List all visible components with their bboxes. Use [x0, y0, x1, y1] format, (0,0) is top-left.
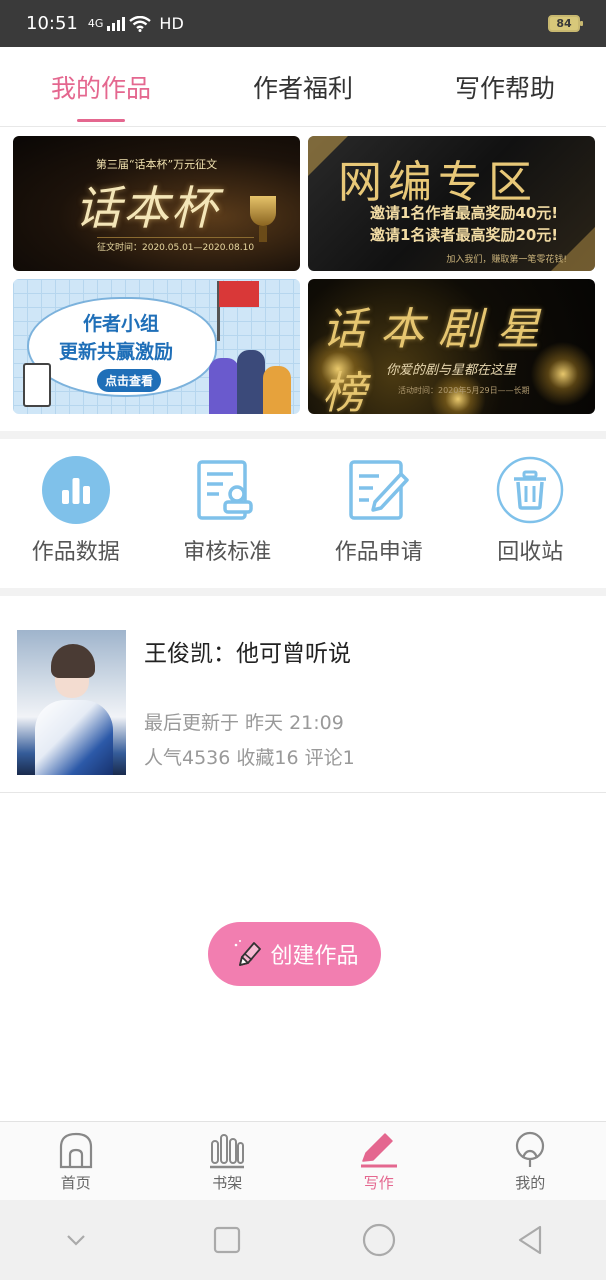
nav-bookshelf[interactable]: 书架	[152, 1122, 304, 1200]
back-button[interactable]	[455, 1224, 606, 1256]
nav-label: 我的	[515, 1174, 546, 1192]
tool-label: 回收站	[497, 540, 564, 565]
back-triangle-icon	[519, 1225, 542, 1255]
banner-author-group[interactable]: 作者小组 更新共赢激励 点击查看	[13, 279, 300, 414]
network-indicator: 4G HD	[88, 14, 184, 33]
tool-work-application[interactable]: 作品申请	[303, 440, 455, 588]
banner-huaben-cup[interactable]: 第三届“话本杯”万元征文 话本杯 征文时间：2020.05.01—2020.08…	[13, 136, 300, 271]
collapse-button[interactable]	[0, 1233, 152, 1247]
tool-review-standard[interactable]: 审核标准	[152, 440, 304, 588]
banner-title: 话本杯	[75, 181, 219, 235]
bar-chart-icon	[41, 456, 110, 524]
status-time: 10:51	[26, 13, 78, 34]
nav-write[interactable]: 写作	[303, 1122, 455, 1200]
red-flag-icon	[219, 281, 259, 307]
work-updated: 最后更新于 昨天 21:09	[144, 712, 344, 734]
banner-line-2: 邀请1名读者最高奖励20元!	[370, 226, 559, 244]
write-pen-icon	[359, 1130, 399, 1170]
tool-label: 作品数据	[31, 540, 120, 565]
status-bar: 10:51 4G HD 84	[0, 0, 606, 47]
tool-label: 审核标准	[183, 540, 272, 565]
hd-indicator: HD	[159, 14, 184, 33]
cover-figure-body	[35, 700, 113, 775]
home-system-button[interactable]	[303, 1223, 455, 1257]
work-list-item[interactable]: 王俊凯：他可曾听说 最后更新于 昨天 21:09 人气4536 收藏16 评论1	[0, 596, 606, 793]
circle-icon	[362, 1223, 395, 1257]
banner-line-1: 邀请1名作者最高奖励40元!	[370, 204, 559, 222]
top-tabs: 我的作品 作者福利 写作帮助	[0, 47, 606, 127]
banner-subtitle: 你爱的剧与星都在这里	[386, 363, 517, 378]
bottom-nav: 首页 书架 写作 我的	[0, 1121, 606, 1200]
recent-apps-button[interactable]	[152, 1226, 304, 1254]
tab-author-benefits[interactable]: 作者福利	[202, 47, 404, 126]
tab-my-works[interactable]: 我的作品	[0, 47, 202, 126]
section-divider	[0, 588, 606, 596]
banner-line-2: 更新共赢激励	[59, 341, 174, 363]
banner-star-chart[interactable]: 话本剧星榜 你爱的剧与星都在这里 活动时间：2020年5月29日——长期	[308, 279, 595, 414]
banner-footer: 加入我们，赚取第一笔零花钱!	[446, 255, 567, 265]
section-divider	[0, 431, 606, 439]
create-work-label: 创建作品	[270, 944, 359, 969]
trophy-icon	[250, 196, 276, 242]
tool-work-data[interactable]: 作品数据	[0, 440, 152, 588]
tool-shortcuts: 作品数据 审核标准 作品申请 回收站	[0, 440, 606, 588]
banner-date: 征文时间：2020.05.01—2020.08.10	[97, 237, 255, 253]
nav-label: 写作	[363, 1174, 394, 1192]
edit-document-icon	[345, 456, 413, 524]
view-button[interactable]: 点击查看	[97, 369, 162, 392]
nav-profile[interactable]: 我的	[455, 1122, 606, 1200]
person-illustration	[263, 366, 291, 414]
cover-figure-hair	[51, 644, 95, 678]
tab-writing-help[interactable]: 写作帮助	[404, 47, 606, 126]
home-icon	[56, 1130, 96, 1170]
banner-date: 活动时间：2020年5月29日——长期	[398, 386, 530, 395]
person-illustration	[209, 358, 239, 414]
banner-subtitle: 第三届“话本杯”万元征文	[95, 158, 218, 171]
profile-icon	[510, 1130, 550, 1170]
nav-home[interactable]: 首页	[0, 1122, 152, 1200]
trash-icon	[496, 456, 564, 524]
tool-recycle-bin[interactable]: 回收站	[455, 440, 606, 588]
nav-label: 书架	[212, 1174, 243, 1192]
clipboard-icon	[23, 363, 51, 407]
tool-label: 作品申请	[334, 540, 423, 565]
chevron-down-icon	[66, 1235, 85, 1246]
pencil-icon	[235, 940, 262, 966]
person-illustration	[237, 350, 265, 414]
banner-title: 网编专区	[338, 157, 538, 208]
battery-icon: 84	[548, 15, 583, 32]
work-title: 王俊凯：他可曾听说	[144, 641, 351, 667]
square-icon	[214, 1226, 241, 1254]
banner-line-1: 作者小组	[83, 313, 160, 335]
work-cover-image	[17, 630, 126, 775]
system-nav-bar	[0, 1200, 606, 1280]
create-work-button[interactable]: 创建作品	[208, 922, 381, 986]
banner-grid: 第三届“话本杯”万元征文 话本杯 征文时间：2020.05.01—2020.08…	[13, 136, 595, 414]
wifi-icon	[129, 15, 152, 32]
banner-editor-zone[interactable]: 网编专区 邀请1名作者最高奖励40元! 邀请1名读者最高奖励20元! 加入我们，…	[308, 136, 595, 271]
nav-label: 首页	[60, 1174, 91, 1192]
signal-icon	[107, 16, 126, 31]
network-type: 4G	[87, 17, 104, 30]
bookshelf-icon	[207, 1130, 247, 1170]
review-stamp-icon	[193, 456, 261, 524]
work-stats: 人气4536 收藏16 评论1	[144, 747, 355, 769]
